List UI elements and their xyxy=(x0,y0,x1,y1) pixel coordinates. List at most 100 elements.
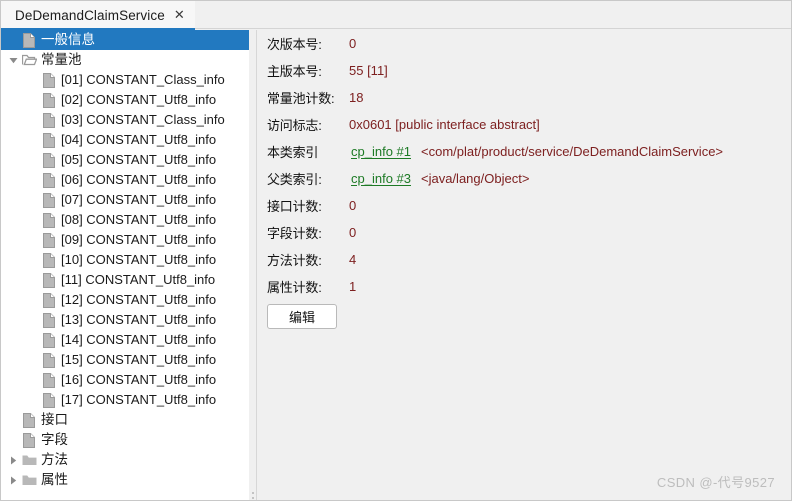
tree-node-label: [17] CONSTANT_Utf8_info xyxy=(61,392,217,407)
tree-node-label: [02] CONSTANT_Utf8_info xyxy=(61,92,217,107)
detail-label: 接口计数: xyxy=(267,199,322,214)
detail-label: 字段计数: xyxy=(267,226,322,241)
file-icon xyxy=(41,112,57,128)
tree-node-label: [06] CONSTANT_Utf8_info xyxy=(61,172,217,187)
tab-dedemandclaimservice[interactable]: DeDemandClaimService ✕ xyxy=(1,1,195,29)
tree-node-label: [05] CONSTANT_Utf8_info xyxy=(61,152,217,167)
file-icon xyxy=(21,432,37,448)
tree-node-label: 一般信息 xyxy=(41,32,95,47)
detail-value: 0 xyxy=(349,198,357,213)
general-information-panel: 次版本号: 0 主版本号: 55 [11] 常量池计数: 18 访问标志: 0x0601 [p… xyxy=(256,30,791,500)
file-icon xyxy=(41,232,57,248)
detail-row: 父类索引: cp_info #3 <java/lang/Object> xyxy=(257,165,791,192)
detail-value: 18 xyxy=(349,90,364,105)
tree-row[interactable]: [11] CONSTANT_Utf8_info xyxy=(1,270,249,290)
class-structure-tree[interactable]: 一般信息常量池 [01] CONSTANT_Class_info [02] CONS… xyxy=(1,30,249,500)
tree-row[interactable]: 一般信息 xyxy=(1,30,249,50)
detail-value: 4 xyxy=(349,252,357,267)
tree-node-label: [10] CONSTANT_Utf8_info xyxy=(61,252,217,267)
tree-row[interactable]: [02] CONSTANT_Utf8_info xyxy=(1,90,249,110)
tab-label: DeDemandClaimService xyxy=(15,7,165,23)
detail-row: 本类索引 cp_info #1 <com/plat/product/service/… xyxy=(257,138,791,165)
tree-row[interactable]: 接口 xyxy=(1,410,249,430)
file-icon xyxy=(41,352,57,368)
detail-row: 方法计数: 4 xyxy=(257,246,791,273)
tree-row[interactable]: [01] CONSTANT_Class_info xyxy=(1,70,249,90)
file-icon xyxy=(41,72,57,88)
tree-node-label: [15] CONSTANT_Utf8_info xyxy=(61,352,217,367)
file-icon xyxy=(41,332,57,348)
tree-row[interactable]: [04] CONSTANT_Utf8_info xyxy=(1,130,249,150)
tree-row[interactable]: 方法 xyxy=(1,450,249,470)
tree-node-label: 常量池 xyxy=(41,52,82,67)
application-window: DeDemandClaimService ✕ 一般信息常量池 [01] CONST… xyxy=(0,0,792,501)
file-icon xyxy=(41,132,57,148)
tree-row[interactable]: [05] CONSTANT_Utf8_info xyxy=(1,150,249,170)
detail-label: 方法计数: xyxy=(267,253,322,268)
tree-row[interactable]: [14] CONSTANT_Utf8_info xyxy=(1,330,249,350)
detail-label: 常量池计数: xyxy=(267,91,335,106)
close-icon[interactable]: ✕ xyxy=(174,9,185,22)
tree-node-label: [09] CONSTANT_Utf8_info xyxy=(61,232,217,247)
detail-row: 属性计数: 1 xyxy=(257,273,791,300)
file-icon xyxy=(41,252,57,268)
file-icon xyxy=(41,172,57,188)
tree-node-label: [12] CONSTANT_Utf8_info xyxy=(61,292,217,307)
file-icon xyxy=(41,92,57,108)
panel-splitter[interactable] xyxy=(249,30,256,500)
file-icon xyxy=(41,292,57,308)
file-icon xyxy=(21,32,37,48)
chevron-down-icon[interactable] xyxy=(5,56,21,65)
detail-value: 0 xyxy=(349,36,357,51)
tree-row[interactable]: [17] CONSTANT_Utf8_info xyxy=(1,390,249,410)
tree-row[interactable]: [15] CONSTANT_Utf8_info xyxy=(1,350,249,370)
tree-row[interactable]: [09] CONSTANT_Utf8_info xyxy=(1,230,249,250)
detail-label: 父类索引: xyxy=(267,172,322,187)
file-icon xyxy=(41,152,57,168)
tree-node-label: [13] CONSTANT_Utf8_info xyxy=(61,312,217,327)
tree-row[interactable]: [13] CONSTANT_Utf8_info xyxy=(1,310,249,330)
detail-row: 主版本号: 55 [11] xyxy=(257,57,791,84)
tree-node-label: 属性 xyxy=(41,472,68,487)
detail-label: 次版本号: xyxy=(267,37,322,52)
detail-extra: <com/plat/product/service/DeDemandClaimS… xyxy=(421,144,724,159)
file-icon xyxy=(41,372,57,388)
detail-value: 1 xyxy=(349,279,357,294)
tree-row[interactable]: [12] CONSTANT_Utf8_info xyxy=(1,290,249,310)
cp-info-link[interactable]: cp_info #3 xyxy=(351,171,411,186)
tree-node-label: [04] CONSTANT_Utf8_info xyxy=(61,132,217,147)
tree-node-label: [16] CONSTANT_Utf8_info xyxy=(61,372,217,387)
detail-label: 访问标志: xyxy=(267,118,322,133)
file-icon xyxy=(41,392,57,408)
file-icon xyxy=(41,192,57,208)
detail-extra: <java/lang/Object> xyxy=(421,171,530,186)
folder-open-icon xyxy=(21,52,37,68)
edit-button[interactable]: 编辑 xyxy=(267,304,337,329)
detail-label: 本类索引 xyxy=(267,145,319,160)
tree-row[interactable]: [06] CONSTANT_Utf8_info xyxy=(1,170,249,190)
tree-node-label: [03] CONSTANT_Class_info xyxy=(61,112,225,127)
detail-row: 次版本号: 0 xyxy=(257,30,791,57)
file-icon xyxy=(41,212,57,228)
detail-label: 属性计数: xyxy=(267,280,322,295)
tree-row[interactable]: [03] CONSTANT_Class_info xyxy=(1,110,249,130)
tree-row[interactable]: 字段 xyxy=(1,430,249,450)
edit-button-row: 编辑 xyxy=(257,304,791,329)
tree-node-label: [01] CONSTANT_Class_info xyxy=(61,72,225,87)
file-icon xyxy=(21,412,37,428)
tree-row[interactable]: [10] CONSTANT_Utf8_info xyxy=(1,250,249,270)
folder-closed-icon xyxy=(21,472,37,488)
tree-row[interactable]: [16] CONSTANT_Utf8_info xyxy=(1,370,249,390)
chevron-right-icon[interactable] xyxy=(5,456,21,465)
tree-row[interactable]: [08] CONSTANT_Utf8_info xyxy=(1,210,249,230)
tree-node-label: [14] CONSTANT_Utf8_info xyxy=(61,332,217,347)
cp-info-link[interactable]: cp_info #1 xyxy=(351,144,411,159)
detail-value: 0x0601 [public interface abstract] xyxy=(349,117,540,132)
tree-row[interactable]: 属性 xyxy=(1,470,249,490)
detail-label: 主版本号: xyxy=(267,64,322,79)
tab-bar: DeDemandClaimService ✕ xyxy=(1,1,791,31)
tree-node-label: [11] CONSTANT_Utf8_info xyxy=(61,272,216,287)
tree-row[interactable]: [07] CONSTANT_Utf8_info xyxy=(1,190,249,210)
tree-row[interactable]: 常量池 xyxy=(1,50,249,70)
chevron-right-icon[interactable] xyxy=(5,476,21,485)
